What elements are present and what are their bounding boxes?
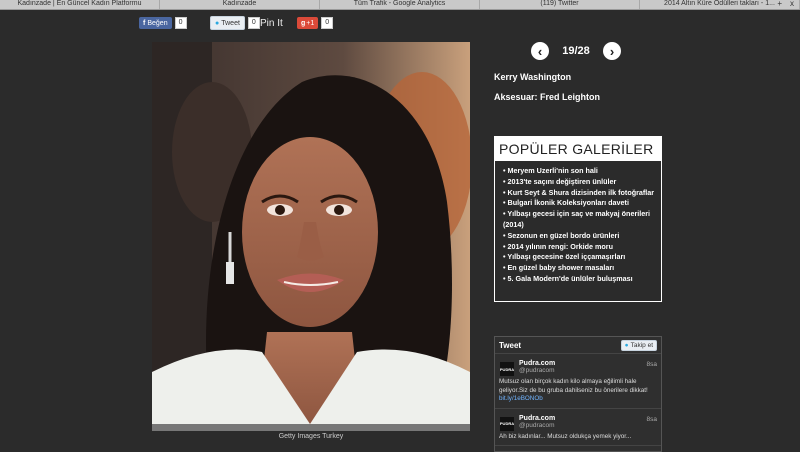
tweet-item[interactable]: PUDRA Pudra.com @pudracom 8sa Mutsuz ola…: [495, 354, 661, 409]
photo-credit: Getty Images Turkey: [278, 433, 344, 440]
popular-gallery-link[interactable]: • Meryem Uzerli'nin son hali: [503, 166, 655, 177]
tweet-link[interactable]: bit.ly/1eBONOb: [499, 395, 543, 402]
tweet-count: 0: [247, 17, 260, 29]
twitter-widget-header: Tweet ● Takip et: [495, 337, 661, 354]
popular-galleries-list: • Meryem Uzerli'nin son hali • 2013'te s…: [495, 166, 661, 285]
gplus-count: 0: [321, 17, 334, 29]
gallery-counter: 19/28: [562, 45, 590, 57]
pinit-button[interactable]: Pin It: [260, 18, 283, 29]
person-name: Kerry Washington: [494, 72, 572, 82]
facebook-like-count: 0: [174, 17, 187, 29]
popular-gallery-link[interactable]: • 2014 yılının rengi: Orkide moru: [503, 242, 655, 253]
next-arrow-icon[interactable]: ›: [603, 42, 621, 60]
browser-tab-bar: Kadınzade | En Güncel Kadın Platformu Ka…: [0, 0, 800, 10]
tweet-author-name[interactable]: Pudra.com: [519, 360, 657, 367]
popular-gallery-link[interactable]: • Yılbaşı gecesine özel iççamaşırları: [503, 252, 655, 263]
tweet-button[interactable]: ● Tweet: [210, 16, 245, 30]
tweet-timestamp[interactable]: 8sa: [647, 361, 657, 368]
previous-arrow-icon[interactable]: ‹: [531, 42, 549, 60]
tweet-text: Ah biz kadınlar... Mutsuz oldukça yemek …: [499, 432, 632, 440]
browser-tab[interactable]: (119) Twitter: [480, 0, 640, 9]
popular-gallery-link[interactable]: • Kurt Seyt & Shura dizisinden ilk fotoğ…: [503, 188, 655, 199]
tweet-label: Tweet: [221, 19, 240, 27]
gplus-button[interactable]: g +1: [297, 17, 319, 29]
tweet-widget: ● Tweet 0: [210, 16, 260, 30]
twitter-timeline-widget: Tweet ● Takip et PUDRA Pudra.com @pudrac…: [494, 336, 662, 452]
avatar[interactable]: PUDRA: [500, 362, 514, 376]
browser-tab[interactable]: Kadınzade: [160, 0, 320, 9]
pinit-widget: Pin It: [260, 16, 283, 30]
twitter-widget-title: Tweet: [499, 340, 522, 350]
tweet-author-handle: @pudracom: [519, 421, 555, 429]
new-tab-icon[interactable]: +: [777, 0, 782, 8]
browser-tab[interactable]: 2014 Altın Küre Ödülleri takları - 1...: [640, 0, 800, 9]
gallery-photo[interactable]: [152, 42, 470, 424]
portrait-image: [152, 42, 470, 424]
close-tab-icon[interactable]: x: [790, 0, 794, 8]
popular-gallery-link[interactable]: • 2013'te saçını değiştiren ünlüler: [503, 177, 655, 188]
facebook-like-widget: f Beğen 0: [139, 16, 187, 30]
follow-button[interactable]: ● Takip et: [620, 339, 657, 351]
gplus-label: +1: [306, 19, 315, 27]
follow-label: Takip et: [630, 341, 653, 349]
tweet-item[interactable]: PUDRA Pudra.com @pudracom 8sa Ah biz kad…: [495, 409, 661, 446]
avatar[interactable]: PUDRA: [500, 416, 514, 431]
facebook-like-button[interactable]: f Beğen: [139, 17, 172, 29]
popular-gallery-link[interactable]: • En güzel baby shower masaları: [503, 263, 655, 274]
accessory-credit: Aksesuar: Fred Leighton: [494, 92, 601, 102]
gallery-navigation: ‹ 19/28 ›: [531, 42, 621, 60]
twitter-bird-icon: ●: [624, 341, 629, 349]
popular-galleries-title: POPÜLER GALERİLER: [495, 137, 661, 161]
facebook-icon: f: [143, 19, 146, 27]
tweet-author-name[interactable]: Pudra.com: [519, 415, 657, 422]
tweet-text: Mutsuz olan birçok kadın kilo almaya eği…: [499, 378, 648, 402]
popular-gallery-link[interactable]: • Yılbaşı gecesi için saç ve makyaj öner…: [503, 209, 655, 231]
tweet-author-handle: @pudracom: [519, 367, 555, 374]
browser-tab[interactable]: Tüm Trafik - Google Analytics: [320, 0, 480, 9]
popular-gallery-link[interactable]: • Sezonun en güzel bordo ürünleri: [503, 231, 655, 242]
browser-tab[interactable]: Kadınzade | En Güncel Kadın Platformu: [0, 0, 160, 9]
photo-footer-bar: [152, 424, 470, 431]
popular-gallery-link[interactable]: • 5. Gala Modern'de ünlüler buluşması: [503, 274, 655, 285]
gplus-icon: g: [301, 19, 306, 27]
popular-gallery-link[interactable]: • Bulgari İkonik Koleksiyonları daveti: [503, 198, 655, 209]
popular-galleries-box: POPÜLER GALERİLER • Meryem Uzerli'nin so…: [494, 136, 662, 302]
twitter-bird-icon: ●: [215, 19, 220, 27]
gplus-widget: g +1 0: [297, 16, 334, 30]
facebook-like-label: Beğen: [147, 19, 168, 27]
tweet-timestamp[interactable]: 8sa: [647, 416, 657, 423]
